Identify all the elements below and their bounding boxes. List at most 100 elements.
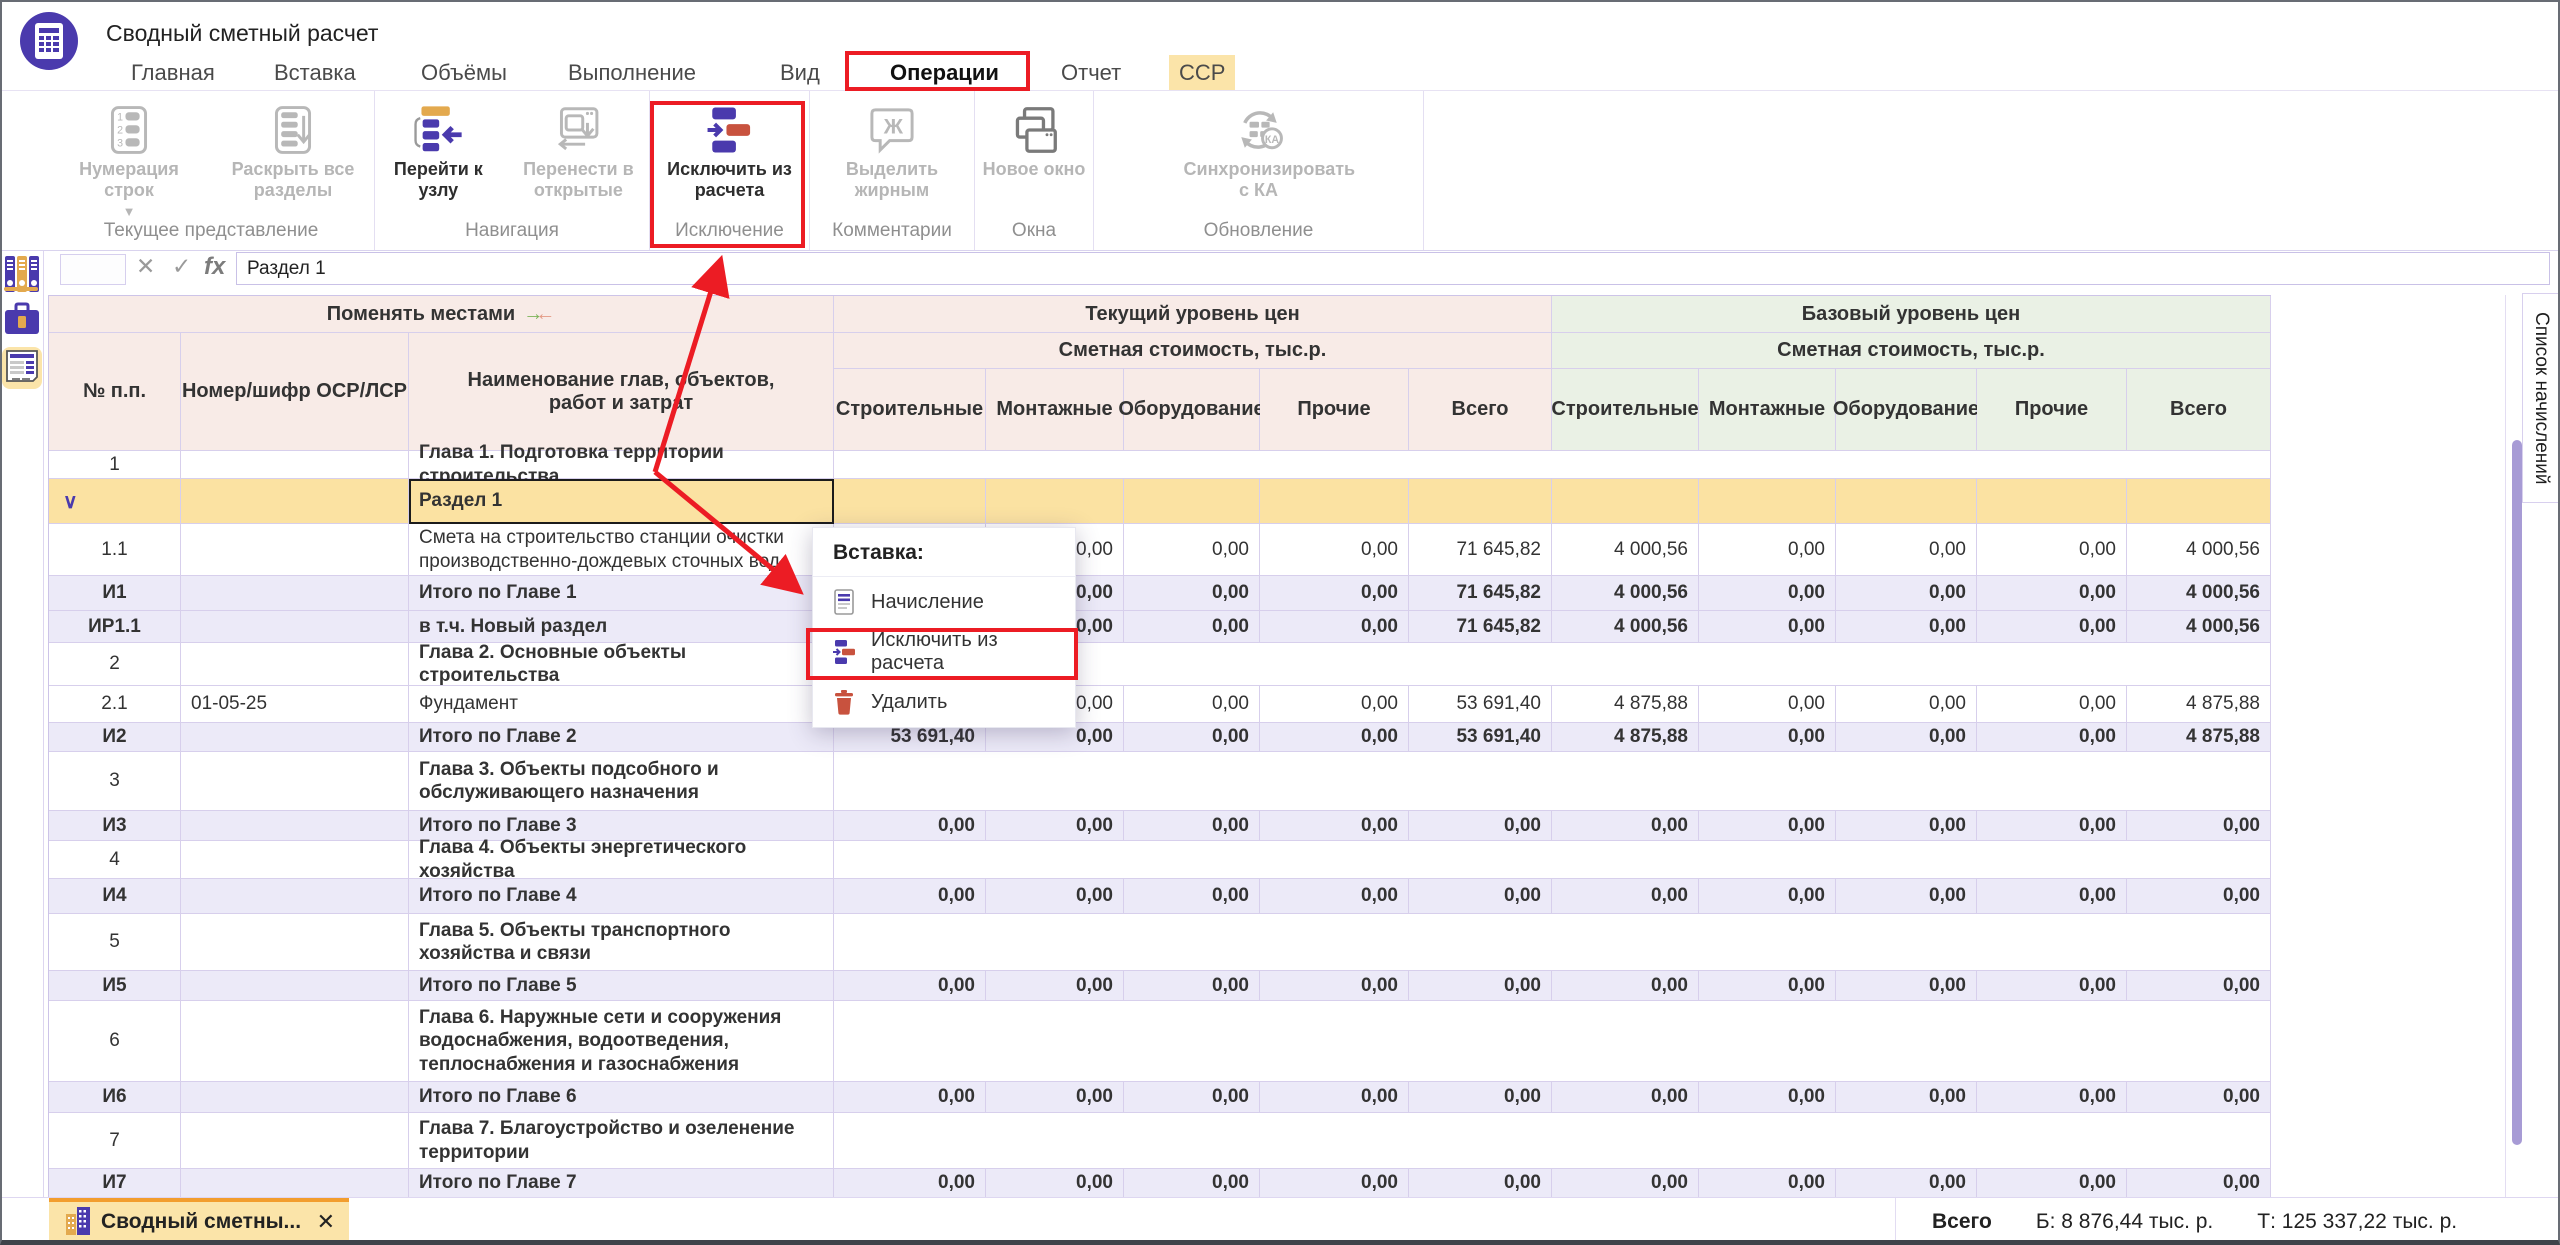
cell-current-1[interactable]: 0,00 (986, 971, 1124, 1001)
cell-current-4[interactable] (1409, 479, 1552, 524)
cell-current-2[interactable]: 0,00 (1124, 811, 1260, 841)
cell-base-0[interactable]: 0,00 (1552, 879, 1699, 914)
cell-num[interactable]: 7 (49, 1113, 181, 1169)
cell-code[interactable] (181, 1001, 409, 1082)
cell-num[interactable]: И2 (49, 723, 181, 752)
cell-current-4[interactable]: 0,00 (1409, 879, 1552, 914)
sync-ka-button[interactable]: КАСинхронизировать с КА (1180, 101, 1338, 201)
cell-current-4[interactable]: 0,00 (1409, 1169, 1552, 1198)
cell-base-3[interactable]: 0,00 (1977, 524, 2127, 576)
cell-name[interactable]: Глава 6. Наружные сети и сооружения водо… (409, 1001, 834, 1082)
cell-num[interactable]: 4 (49, 841, 181, 879)
cell-base-0[interactable]: 0,00 (1552, 971, 1699, 1001)
cell-current-2[interactable]: 0,00 (1124, 1082, 1260, 1113)
cell-current-1[interactable] (986, 479, 1124, 524)
table-row[interactable]: И7Итого по Главе 70,000,000,000,000,000,… (49, 1169, 2271, 1198)
cell-current-3[interactable]: 0,00 (1260, 879, 1409, 914)
cell-num[interactable]: 1.1 (49, 524, 181, 576)
cell-code[interactable] (181, 841, 409, 879)
cancel-icon[interactable]: ✕ (136, 253, 155, 280)
cell-name[interactable]: Итого по Главе 4 (409, 879, 834, 914)
cell-base-2[interactable]: 0,00 (1836, 1169, 1977, 1198)
cell-base-3[interactable]: 0,00 (1977, 811, 2127, 841)
table-row[interactable]: И1Итого по Главе 171 645,820,000,000,007… (49, 576, 2271, 611)
cell-base-3[interactable]: 0,00 (1977, 686, 2127, 723)
cell-base-1[interactable]: 0,00 (1699, 611, 1836, 643)
table-row[interactable]: И6Итого по Главе 60,000,000,000,000,000,… (49, 1082, 2271, 1113)
cell-num[interactable]: И1 (49, 576, 181, 611)
accruals-panel-tab[interactable]: Список начислений (2522, 293, 2559, 503)
table-row[interactable]: 1.1 Смета на строительство станции очистк… (49, 524, 2271, 576)
cell-current-0[interactable]: 0,00 (834, 879, 986, 914)
cell-base-1[interactable]: 0,00 (1699, 576, 1836, 611)
cell-code[interactable] (181, 723, 409, 752)
move-to-open-button[interactable]: Перенести в открытые (508, 101, 649, 201)
cell-base-3[interactable]: 0,00 (1977, 576, 2127, 611)
exclude-button[interactable]: Исключить из расчета (651, 101, 809, 201)
cell-current-2[interactable]: 0,00 (1124, 686, 1260, 723)
cell-code[interactable] (181, 524, 409, 576)
cell-values-empty[interactable] (834, 752, 2271, 811)
menu-item-accrual[interactable]: Начисление (813, 577, 1075, 627)
cell-current-3[interactable]: 0,00 (1260, 686, 1409, 723)
cell-base-3[interactable]: 0,00 (1977, 971, 2127, 1001)
goto-node-button[interactable]: Перейти к узлу (375, 101, 502, 201)
cell-current-3[interactable]: 0,00 (1260, 576, 1409, 611)
cell-current-1[interactable]: 0,00 (986, 1169, 1124, 1198)
cell-name[interactable]: Глава 1. Подготовка территории строитель… (409, 451, 834, 479)
tab-operations[interactable]: Операции (880, 55, 1009, 91)
cell-current-4[interactable]: 0,00 (1409, 811, 1552, 841)
cell-num[interactable]: И5 (49, 971, 181, 1001)
cell-current-3[interactable]: 0,00 (1260, 971, 1409, 1001)
cell-base-1[interactable]: 0,00 (1699, 723, 1836, 752)
cell-current-0[interactable]: 0,00 (834, 1082, 986, 1113)
cell-values-empty[interactable] (834, 1113, 2271, 1169)
cell-base-1[interactable]: 0,00 (1699, 524, 1836, 576)
cell-current-4[interactable]: 0,00 (1409, 971, 1552, 1001)
cell-current-2[interactable]: 0,00 (1124, 524, 1260, 576)
document-tab[interactable]: Сводный сметны... ✕ (49, 1198, 349, 1245)
cell-num[interactable]: 6 (49, 1001, 181, 1082)
tab-ssr[interactable]: ССР (1169, 55, 1235, 91)
cell-values-empty[interactable] (834, 914, 2271, 971)
cell-name[interactable]: Глава 3. Объекты подсобного и обслуживаю… (409, 752, 834, 811)
cell-base-0[interactable]: 4 875,88 (1552, 723, 1699, 752)
sidebar-item-estimate[interactable] (2, 347, 42, 389)
cell-base-0[interactable]: 4 000,56 (1552, 576, 1699, 611)
cell-code[interactable] (181, 1113, 409, 1169)
cell-base-2[interactable]: 0,00 (1836, 524, 1977, 576)
cell-code[interactable] (181, 611, 409, 643)
table-row[interactable]: И5Итого по Главе 50,000,000,000,000,000,… (49, 971, 2271, 1001)
cell-current-2[interactable]: 0,00 (1124, 1169, 1260, 1198)
cell-base-1[interactable]: 0,00 (1699, 686, 1836, 723)
cell-base-4[interactable]: 0,00 (2127, 971, 2271, 1001)
cell-code[interactable] (181, 914, 409, 971)
cell-base-4[interactable]: 4 000,56 (2127, 524, 2271, 576)
expand-all-button[interactable]: Раскрыть все разделы (214, 101, 372, 201)
cell-code[interactable] (181, 643, 409, 686)
cell-name[interactable]: Итого по Главе 2 (409, 723, 834, 752)
row-expander-chevron-icon[interactable]: ∨ (63, 489, 78, 514)
cell-current-3[interactable]: 0,00 (1260, 1082, 1409, 1113)
cell-code[interactable] (181, 1082, 409, 1113)
cell-current-4[interactable]: 71 645,82 (1409, 576, 1552, 611)
cell-current-3[interactable]: 0,00 (1260, 811, 1409, 841)
cell-current-0[interactable]: 0,00 (834, 971, 986, 1001)
cell-current-1[interactable]: 0,00 (986, 879, 1124, 914)
cell-name[interactable]: Смета на строительство станции очистки п… (409, 524, 834, 576)
table-row[interactable]: 4Глава 4. Объекты энергетического хозяйс… (49, 841, 2271, 879)
cell-num[interactable]: ИР1.1 (49, 611, 181, 643)
table-row[interactable]: И2Итого по Главе 253 691,400,000,000,005… (49, 723, 2271, 752)
cell-base-2[interactable]: 0,00 (1836, 971, 1977, 1001)
cell-base-4[interactable]: 4 875,88 (2127, 723, 2271, 752)
cell-current-4[interactable]: 53 691,40 (1409, 723, 1552, 752)
cell-code[interactable] (181, 971, 409, 1001)
cell-base-2[interactable]: 0,00 (1836, 811, 1977, 841)
cell-base-1[interactable]: 0,00 (1699, 971, 1836, 1001)
cell-num[interactable]: 5 (49, 914, 181, 971)
numbering-button[interactable]: 123Нумерация строк▼ (50, 101, 208, 219)
cell-current-1[interactable]: 0,00 (986, 811, 1124, 841)
cell-num[interactable]: ∨ (49, 479, 181, 524)
cell-current-3[interactable]: 0,00 (1260, 524, 1409, 576)
cell-current-2[interactable]: 0,00 (1124, 611, 1260, 643)
